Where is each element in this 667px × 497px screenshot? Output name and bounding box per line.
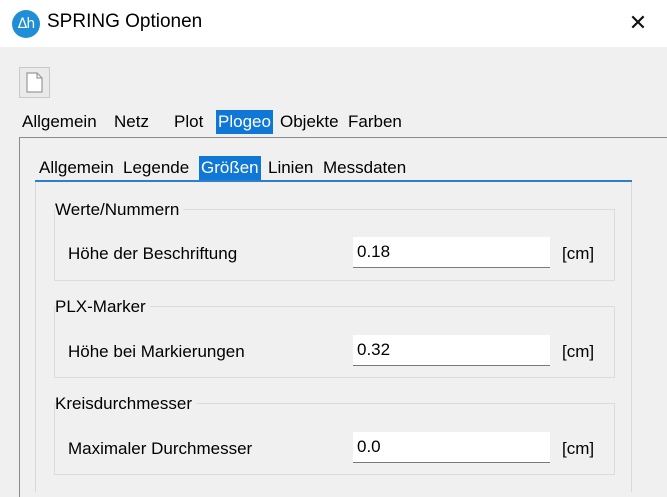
unit-label: [cm] (562, 439, 595, 458)
tab-allgemein[interactable]: Allgemein (20, 110, 99, 134)
field-label: Höhe der Beschriftung (68, 244, 238, 263)
group-title: Kreisdurchmesser (55, 394, 196, 414)
subtab-allgemein[interactable]: Allgemein (37, 156, 116, 180)
maximaler-durchmesser-input[interactable] (353, 432, 550, 463)
subtab-linien[interactable]: Linien (266, 156, 315, 180)
hoehe-beschriftung-input[interactable] (353, 237, 550, 268)
unit-label: [cm] (562, 244, 595, 263)
sub-tab-underline (35, 180, 632, 182)
subtab-groessen[interactable]: Größen (199, 156, 261, 180)
tab-plot[interactable]: Plot (172, 110, 205, 134)
field-label: Höhe bei Markierungen (68, 342, 245, 361)
close-button[interactable]: ✕ (609, 0, 667, 47)
subtab-messdaten[interactable]: Messdaten (321, 156, 408, 180)
hoehe-markierungen-input[interactable] (353, 335, 550, 366)
new-document-button[interactable] (19, 67, 50, 98)
title-bar: Δh SPRING Optionen ✕ (0, 0, 667, 47)
app-logo-icon: Δh (12, 10, 40, 38)
group-title: PLX-Marker (55, 297, 150, 317)
field-label: Maximaler Durchmesser (68, 439, 253, 458)
group-title: Werte/Nummern (55, 200, 184, 220)
subtab-legende[interactable]: Legende (121, 156, 191, 180)
tab-objekte[interactable]: Objekte (278, 110, 341, 134)
tab-plogeo[interactable]: Plogeo (216, 110, 273, 134)
window-title: SPRING Optionen (47, 11, 203, 32)
tab-farben[interactable]: Farben (346, 110, 404, 134)
document-icon (26, 72, 43, 93)
tab-netz[interactable]: Netz (112, 110, 151, 134)
unit-label: [cm] (562, 342, 595, 361)
